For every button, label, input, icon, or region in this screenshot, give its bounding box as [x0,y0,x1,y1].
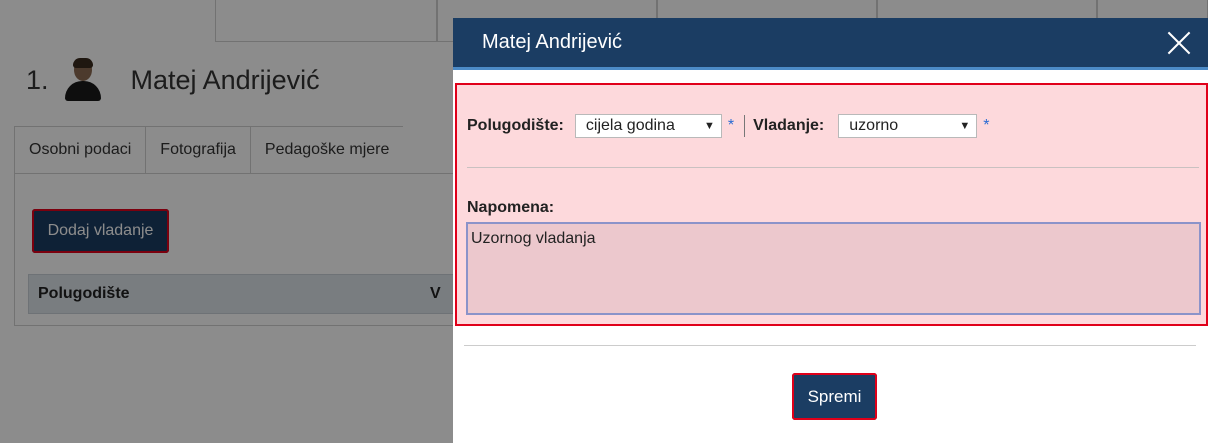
vladanje-label: Vladanje: [753,117,825,134]
conduct-dialog: Matej Andrijević Polugodište: cijela god… [453,18,1208,443]
dropdown-arrow-icon: ▼ [704,120,715,132]
form-row-selects: Polugodište: cijela godina ▼ * Vladanje:… [467,113,990,139]
napomena-textarea[interactable]: Uzornog vladanja [466,222,1201,315]
vladanje-select[interactable]: uzorno ▼ [838,114,978,138]
separator [744,115,746,137]
form-divider [467,167,1199,168]
polugodiste-select-value: cijela godina [585,117,675,134]
footer-divider [464,345,1196,346]
dropdown-arrow-icon: ▼ [959,120,971,132]
napomena-label: Napomena: [467,199,555,216]
polugodiste-select[interactable]: cijela godina ▼ [574,114,722,138]
vladanje-select-value: uzorno [849,117,899,134]
dialog-header: Matej Andrijević [453,18,1208,70]
close-icon[interactable] [1166,30,1192,56]
polugodiste-label: Polugodište: [467,117,564,134]
dialog-title: Matej Andrijević [482,31,623,53]
required-asterisk: * [727,117,735,134]
required-asterisk: * [983,117,990,134]
save-button[interactable]: Spremi [792,373,877,420]
conduct-form: Polugodište: cijela godina ▼ * Vladanje:… [455,83,1208,326]
